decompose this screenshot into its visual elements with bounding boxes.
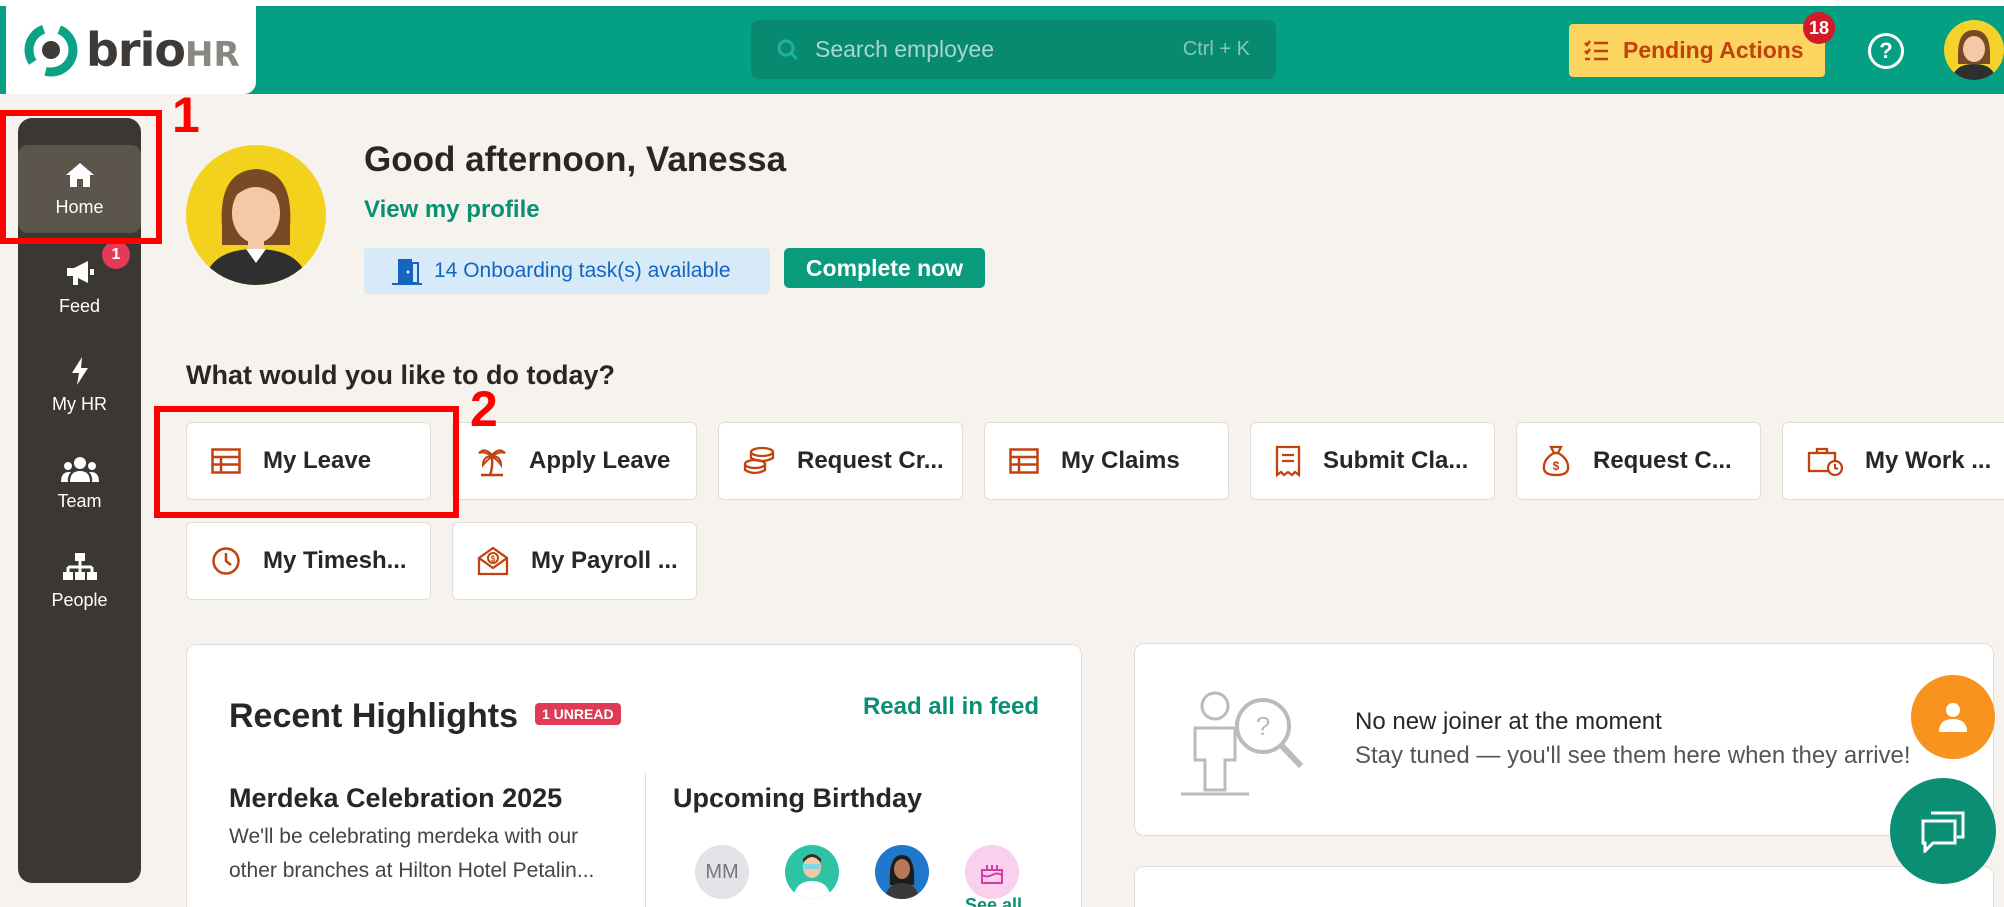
tile-request-cash[interactable]: $ Request C...	[1516, 422, 1761, 500]
annotation-box-1	[0, 110, 162, 244]
complete-now-button[interactable]: Complete now	[784, 248, 985, 288]
door-icon	[392, 259, 422, 285]
see-all-birthdays-link[interactable]: See all	[965, 895, 1022, 907]
woman-avatar-image	[885, 855, 919, 899]
palm-tree-icon	[478, 449, 506, 477]
search-placeholder: Search employee	[815, 36, 994, 62]
sidebar-item-feed[interactable]: Feed 1	[18, 241, 141, 331]
sidebar-item-label: People	[51, 589, 108, 610]
highlights-title: Recent Highlights	[229, 697, 519, 735]
tile-my-claims[interactable]: My Claims	[984, 422, 1229, 500]
profile-avatar-image	[204, 169, 308, 285]
person-icon	[1939, 703, 1967, 732]
doctor-avatar-image	[793, 854, 831, 899]
birthday-avatar-woman[interactable]	[875, 845, 929, 899]
org-chart-icon	[62, 552, 97, 580]
user-avatar[interactable]	[1944, 20, 2004, 80]
team-icon	[60, 456, 99, 482]
sidebar-item-team[interactable]: Team	[18, 439, 141, 527]
sidebar-item-label: My HR	[52, 393, 107, 414]
birthday-avatar-initials[interactable]: MM	[695, 845, 749, 899]
annotation-number-1: 1	[172, 87, 200, 143]
logo-suffix-text: HR	[184, 35, 240, 75]
next-card	[1134, 866, 1994, 907]
tile-submit-claim[interactable]: Submit Cla...	[1250, 422, 1495, 500]
tile-my-payroll[interactable]: $ My Payroll ...	[452, 522, 697, 600]
chat-fab-button[interactable]	[1890, 778, 1996, 884]
no-new-joiner-subtitle: Stay tuned — you'll see them here when t…	[1355, 742, 1911, 769]
tile-label: Request C...	[1593, 447, 1732, 474]
svg-text:$: $	[491, 555, 496, 564]
tile-label: My Payroll ...	[531, 547, 678, 574]
search-shortcut: Ctrl + K	[1182, 38, 1250, 60]
unread-badge: 1 UNREAD	[535, 703, 621, 725]
birthday-cake-icon[interactable]	[965, 845, 1019, 899]
quick-actions-heading: What would you like to do today?	[186, 360, 615, 390]
onboarding-tasks-banner[interactable]: 14 Onboarding task(s) available	[364, 248, 770, 294]
money-bag-icon: $	[1542, 445, 1570, 477]
logo-brand-text: brio	[86, 23, 186, 77]
profile-avatar[interactable]	[186, 145, 326, 285]
help-icon[interactable]: ?	[1868, 33, 1904, 69]
recent-highlights-card: Recent Highlights 1 UNREAD Read all in f…	[186, 644, 1082, 907]
cake-icon	[981, 865, 1003, 884]
sidebar-item-label: Team	[57, 490, 102, 511]
tile-label: Apply Leave	[529, 447, 671, 474]
annotation-number-2: 2	[470, 381, 498, 437]
no-joiner-illustration-icon: ?	[1181, 691, 1304, 796]
search-employee-input[interactable]: Search employee Ctrl + K	[751, 20, 1276, 79]
checklist-icon	[1584, 39, 1608, 60]
card-divider	[645, 773, 646, 907]
onboarding-text: 14 Onboarding task(s) available	[434, 259, 731, 282]
svg-text:?: ?	[1256, 711, 1270, 741]
view-profile-link[interactable]: View my profile	[364, 196, 540, 224]
coins-icon	[743, 446, 775, 475]
no-new-joiner-title: No new joiner at the moment	[1355, 708, 1662, 735]
news-title[interactable]: Merdeka Celebration 2025	[229, 783, 562, 814]
tile-my-work[interactable]: My Work ...	[1782, 422, 2004, 500]
birthday-avatar-doctor[interactable]	[785, 845, 839, 899]
sidebar-item-people[interactable]: People	[18, 537, 141, 625]
clock-icon	[212, 547, 240, 575]
tile-label: My Timesh...	[263, 547, 407, 574]
tile-request-credit[interactable]: Request Cr...	[718, 422, 963, 500]
logo-wordmark: brioHR	[86, 23, 240, 77]
read-all-in-feed-link[interactable]: Read all in feed	[863, 693, 1039, 721]
tile-label: My Work ...	[1865, 447, 1992, 474]
profile-fab-button[interactable]	[1911, 675, 1995, 759]
megaphone-icon	[66, 260, 94, 285]
briefcase-clock-icon	[1807, 447, 1843, 476]
annotation-box-2	[154, 406, 459, 518]
tile-label: Submit Cla...	[1323, 447, 1469, 474]
search-icon	[777, 39, 799, 60]
news-body: We'll be celebrating merdeka with our ot…	[229, 825, 595, 882]
svg-text:$: $	[1553, 459, 1560, 473]
chat-bubbles-icon	[1921, 811, 1965, 853]
payroll-envelope-icon: $	[477, 546, 509, 576]
new-joiner-card: ? No new joiner at the moment Stay tuned…	[1134, 643, 1994, 836]
greeting-text: Good afternoon, Vanessa	[364, 140, 787, 179]
pending-actions-button[interactable]: Pending Actions 18	[1569, 12, 1835, 77]
tile-my-timesheet[interactable]: My Timesh...	[186, 522, 431, 600]
user-avatar-image	[1952, 30, 1996, 80]
upcoming-birthday-title: Upcoming Birthday	[673, 783, 923, 813]
claims-table-icon	[1009, 448, 1039, 474]
pending-actions-label: Pending Actions	[1623, 37, 1804, 63]
receipt-icon	[1275, 445, 1301, 477]
brio-logo-mark-icon	[24, 23, 78, 77]
feed-badge: 1	[102, 241, 130, 269]
sidebar-item-my-hr[interactable]: My HR	[18, 341, 141, 429]
lightning-icon	[71, 356, 88, 385]
tile-label: Request Cr...	[797, 447, 944, 474]
sidebar-item-label: Feed	[58, 295, 101, 316]
tile-label: My Claims	[1061, 447, 1180, 474]
brio-hr-logo[interactable]: brioHR	[6, 6, 256, 94]
pending-count-badge: 18	[1803, 12, 1835, 44]
